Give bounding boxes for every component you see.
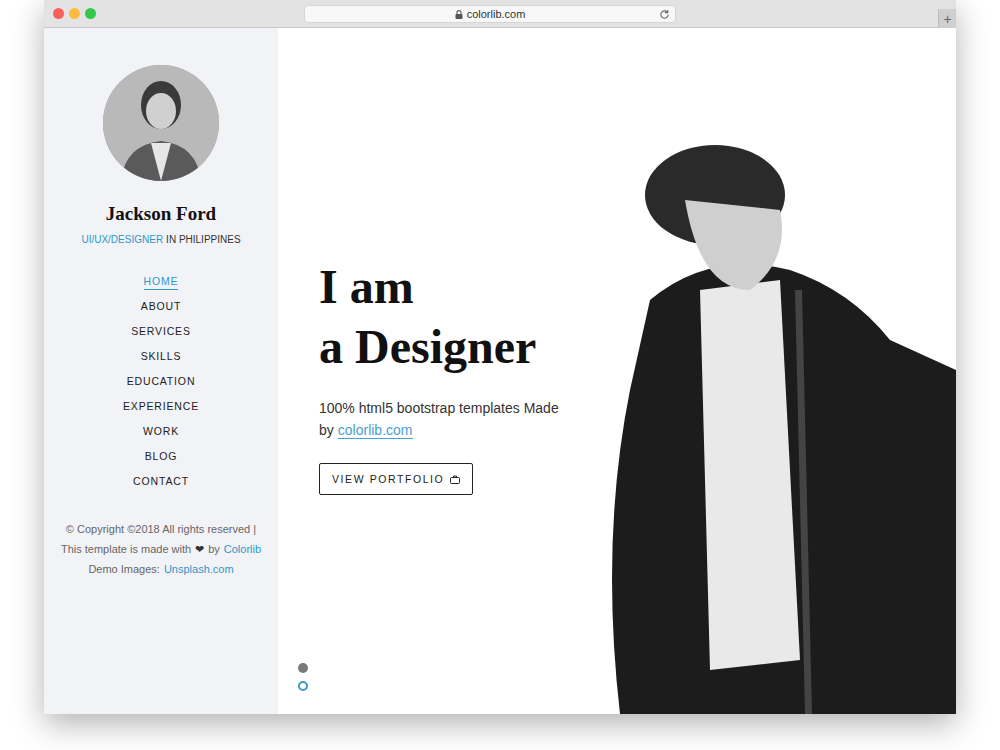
slide-dot[interactable] <box>298 663 308 673</box>
sidebar-item[interactable]: BLOG <box>145 449 178 465</box>
hero-heading: I ama Designer <box>319 257 590 377</box>
sidebar-item[interactable]: WORK <box>143 424 179 440</box>
sidebar-item[interactable]: ABOUT <box>141 299 181 315</box>
copyright-line: © Copyright ©2018 All rights reserved | … <box>58 519 264 559</box>
profile-subtitle: UI/UX/DESIGNERIN PHILIPPINES <box>81 233 240 247</box>
reload-icon[interactable] <box>659 9 670 20</box>
sidebar-nav: HOME ABOUT SERVICES SKILLS EDUCATION EXPERIEN… <box>123 269 199 494</box>
sidebar-item[interactable]: SERVICES <box>131 324 191 340</box>
unsplash-link[interactable]: Unsplash.com <box>164 563 234 575</box>
sidebar-item[interactable]: CONTACT <box>133 474 189 490</box>
colorlib-link[interactable]: Colorlib <box>224 543 261 555</box>
role-link[interactable]: UI/UX/DESIGNER <box>81 233 163 247</box>
slide-dot[interactable] <box>298 681 308 691</box>
slide-indicators <box>298 663 308 691</box>
heading-line: I am <box>319 257 590 317</box>
sidebar-item[interactable]: EXPERIENCE <box>123 399 199 415</box>
hero: I ama Designer 100% html5 bootstrap templ… <box>278 28 956 714</box>
hero-description: 100% html5 bootstrap templates Made byco… <box>319 397 581 441</box>
url-text: colorlib.com <box>467 7 526 21</box>
close-icon[interactable] <box>53 8 64 19</box>
button-label: VIEW PORTFOLIO <box>332 472 444 486</box>
location-text: IN PHILIPPINES <box>166 233 240 247</box>
sidebar-item[interactable]: HOME <box>144 274 179 290</box>
zoom-icon[interactable] <box>85 8 96 19</box>
new-tab-button[interactable]: + <box>938 9 956 28</box>
demo-images-label: Demo Images: <box>88 563 160 575</box>
hero-photo <box>590 28 956 714</box>
sidebar-item[interactable]: EDUCATION <box>127 374 196 390</box>
hero-text: I ama Designer 100% html5 bootstrap templ… <box>278 28 590 714</box>
view-portfolio-button[interactable]: VIEW PORTFOLIO <box>319 463 473 495</box>
window-controls <box>44 8 96 19</box>
heading-line: a Designer <box>319 317 590 377</box>
heart-icon: ❤ <box>195 543 204 555</box>
sidebar: Jackson Ford UI/UX/DESIGNERIN PHILIPPINES… <box>44 28 278 714</box>
demo-images-line: Demo Images: Unsplash.com <box>58 559 264 579</box>
copyright: © Copyright ©2018 All rights reserved | … <box>44 519 278 579</box>
sidebar-item[interactable]: SKILLS <box>141 349 182 365</box>
colorlib-link[interactable]: colorlib.com <box>338 422 413 439</box>
lock-icon <box>455 10 463 19</box>
title-bar: colorlib.com + <box>44 0 956 28</box>
briefcase-icon <box>450 475 460 484</box>
avatar <box>103 65 219 181</box>
profile-name: Jackson Ford <box>106 201 216 227</box>
browser-window: colorlib.com + Jackson Ford UI/UX/DESIGNE… <box>44 0 956 714</box>
address-bar[interactable]: colorlib.com <box>304 5 676 23</box>
by-text: by <box>208 543 220 555</box>
minimize-icon[interactable] <box>69 8 80 19</box>
